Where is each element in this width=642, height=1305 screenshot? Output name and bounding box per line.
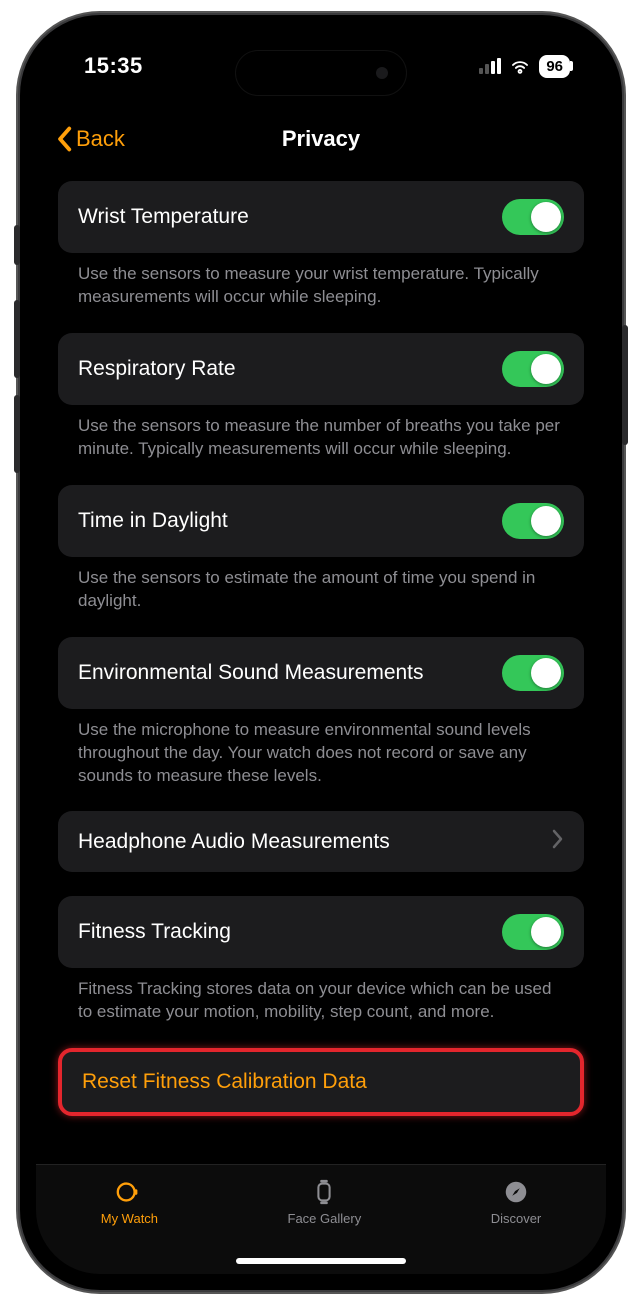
row-label: Wrist Temperature (78, 205, 249, 229)
tab-face-gallery[interactable]: Face Gallery (288, 1177, 362, 1226)
reset-label: Reset Fitness Calibration Data (82, 1070, 367, 1093)
volume-up-button (14, 300, 20, 378)
phone-frame: 15:35 96 Back Privacy Wrist Temperature (20, 15, 622, 1290)
row-label: Environmental Sound Measurements (78, 661, 424, 685)
tab-label: Discover (491, 1211, 542, 1226)
toggle-respiratory-rate[interactable] (502, 351, 564, 387)
toggle-environmental-sound[interactable] (502, 655, 564, 691)
row-label: Respiratory Rate (78, 357, 236, 381)
wifi-icon (509, 55, 531, 77)
chevron-left-icon (56, 126, 72, 152)
reset-fitness-calibration-button[interactable]: Reset Fitness Calibration Data (58, 1048, 584, 1116)
row-wrist-temperature[interactable]: Wrist Temperature (58, 181, 584, 253)
back-button[interactable]: Back (56, 126, 125, 152)
tab-label: Face Gallery (288, 1211, 362, 1226)
tab-bar: My Watch Face Gallery Discover (36, 1164, 606, 1274)
row-description: Use the sensors to estimate the amount o… (58, 557, 584, 637)
nav-bar: Back Privacy (36, 109, 606, 169)
battery-indicator: 96 (539, 55, 570, 78)
row-description: Use the sensors to measure your wrist te… (58, 253, 584, 333)
status-icons: 96 (479, 55, 570, 78)
toggle-time-in-daylight[interactable] (502, 503, 564, 539)
tab-label: My Watch (101, 1211, 158, 1226)
tab-discover[interactable]: Discover (491, 1177, 542, 1226)
screen: 15:35 96 Back Privacy Wrist Temperature (36, 31, 606, 1274)
side-button (14, 225, 20, 265)
row-time-in-daylight[interactable]: Time in Daylight (58, 485, 584, 557)
row-label: Fitness Tracking (78, 920, 231, 944)
tab-my-watch[interactable]: My Watch (101, 1177, 158, 1226)
toggle-wrist-temperature[interactable] (502, 199, 564, 235)
row-label: Time in Daylight (78, 509, 228, 533)
chevron-right-icon (552, 829, 564, 854)
row-fitness-tracking[interactable]: Fitness Tracking (58, 896, 584, 968)
row-environmental-sound[interactable]: Environmental Sound Measurements (58, 637, 584, 709)
row-description: Use the sensors to measure the number of… (58, 405, 584, 485)
status-time: 15:35 (84, 53, 143, 79)
row-headphone-audio[interactable]: Headphone Audio Measurements (58, 811, 584, 872)
volume-down-button (14, 395, 20, 473)
row-respiratory-rate[interactable]: Respiratory Rate (58, 333, 584, 405)
watch-icon (114, 1177, 144, 1207)
page-title: Privacy (282, 126, 360, 152)
toggle-fitness-tracking[interactable] (502, 914, 564, 950)
compass-icon (501, 1177, 531, 1207)
row-description: Use the microphone to measure environmen… (58, 709, 584, 812)
row-description: Fitness Tracking stores data on your dev… (58, 968, 584, 1048)
home-indicator[interactable] (236, 1258, 406, 1264)
content-scroll[interactable]: Wrist Temperature Use the sensors to mea… (36, 181, 606, 1164)
back-label: Back (76, 126, 125, 152)
cellular-signal-icon (479, 58, 501, 74)
dynamic-island (236, 51, 406, 95)
row-label: Headphone Audio Measurements (78, 830, 390, 854)
face-gallery-icon (309, 1177, 339, 1207)
power-button (622, 325, 628, 445)
